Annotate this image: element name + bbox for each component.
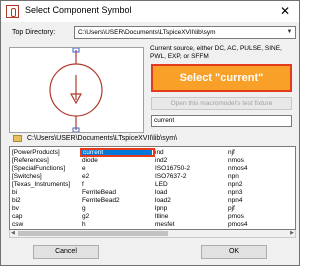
list-item[interactable]: g (82, 205, 152, 213)
list-item[interactable]: ISO16750-2 (155, 165, 215, 173)
top-directory-value: C:\Users\USER\Documents\LTspiceXVII\lib\… (78, 29, 216, 36)
cancel-button[interactable]: Cancel (33, 245, 99, 259)
component-list[interactable]: [PowerProducts] [References] [SpecialFunct… (9, 146, 296, 230)
scroll-thumb[interactable] (18, 231, 168, 236)
list-item[interactable]: npn2 (228, 181, 288, 189)
list-column-1: [PowerProducts] [References] [SpecialFunct… (12, 149, 82, 229)
component-symbol-icon (6, 5, 19, 18)
list-item[interactable]: ind (155, 149, 215, 157)
list-item[interactable]: load2 (155, 197, 215, 205)
top-directory-label: Top Directory: (12, 29, 56, 36)
horizontal-scrollbar[interactable]: ◀ ▶ (9, 230, 296, 238)
list-item[interactable]: pjf (228, 205, 288, 213)
component-description: Current source, either DC, AC, PULSE, SI… (150, 45, 282, 60)
list-item[interactable]: h (82, 221, 152, 229)
list-item[interactable]: [Switches] (12, 173, 82, 181)
open-test-fixture-button[interactable]: Open this macromodel's test fixture (151, 97, 292, 110)
title-bar: Select Component Symbol ✕ (1, 1, 299, 22)
list-item[interactable]: lpnp (155, 205, 215, 213)
component-search-input[interactable]: current (151, 115, 292, 127)
list-item[interactable]: LED (155, 181, 215, 189)
top-directory-select[interactable]: C:\Users\USER\Documents\LTspiceXVII\lib\… (74, 26, 296, 39)
list-item[interactable]: bv (12, 205, 82, 213)
callout-text: Select "current" (179, 72, 264, 84)
window-title: Select Component Symbol (25, 5, 132, 15)
current-folder-path: C:\Users\USER\Documents\LTspiceXVII\lib\… (27, 135, 178, 142)
list-column-3: ind ind2 ISO16750-2 ISO7637-2 LED load load2 lp… (155, 149, 215, 229)
list-item[interactable]: pmos4 (228, 221, 288, 229)
list-item[interactable]: ltline (155, 213, 215, 221)
list-item[interactable]: FerriteBead2 (82, 197, 152, 205)
list-item[interactable]: cap (12, 213, 82, 221)
list-item[interactable]: npn3 (228, 189, 288, 197)
scroll-right-icon[interactable]: ▶ (290, 230, 294, 236)
instruction-callout: Select "current" (151, 64, 292, 92)
list-item[interactable]: load (155, 189, 215, 197)
list-item[interactable]: FerriteBead (82, 189, 152, 197)
close-button[interactable]: ✕ (271, 1, 299, 21)
current-source-symbol (49, 48, 103, 132)
list-item[interactable]: mesfet (155, 221, 215, 229)
select-component-symbol-dialog: Select Component Symbol ✕ Top Directory:… (0, 0, 300, 266)
list-item[interactable]: pmos (228, 213, 288, 221)
ok-button[interactable]: OK (201, 245, 267, 259)
list-item[interactable]: bi (12, 189, 82, 197)
list-item[interactable]: npn4 (228, 197, 288, 205)
list-item[interactable]: g2 (82, 213, 152, 221)
list-item[interactable]: bi2 (12, 197, 82, 205)
folder-icon (13, 135, 22, 142)
list-item[interactable]: [Texas_Instruments] (12, 181, 82, 189)
scroll-left-icon[interactable]: ◀ (11, 230, 15, 236)
list-item[interactable]: ISO7637-2 (155, 173, 215, 181)
list-item[interactable]: nmos4 (228, 165, 288, 173)
list-item[interactable]: njf (228, 149, 288, 157)
list-item[interactable]: npn (228, 173, 288, 181)
list-column-4: njf nmos nmos4 npn npn2 npn3 npn4 pjf pmos pmos4 (228, 149, 288, 229)
list-item[interactable]: diode (82, 157, 152, 165)
symbol-preview (9, 47, 144, 133)
list-item[interactable]: nmos (228, 157, 288, 165)
list-item[interactable]: csw (12, 221, 82, 229)
list-item[interactable]: [SpecialFunctions] (12, 165, 82, 173)
list-item[interactable]: [PowerProducts] (12, 149, 82, 157)
selection-highlight-box (80, 148, 155, 157)
list-item[interactable]: ind2 (155, 157, 215, 165)
list-item[interactable]: e2 (82, 173, 152, 181)
list-column-2: current diode e e2 f FerriteBead FerriteBead2 g… (82, 149, 152, 229)
list-item[interactable]: f (82, 181, 152, 189)
chevron-down-icon[interactable]: ▼ (284, 27, 295, 38)
list-item[interactable]: e (82, 165, 152, 173)
list-item[interactable]: [References] (12, 157, 82, 165)
